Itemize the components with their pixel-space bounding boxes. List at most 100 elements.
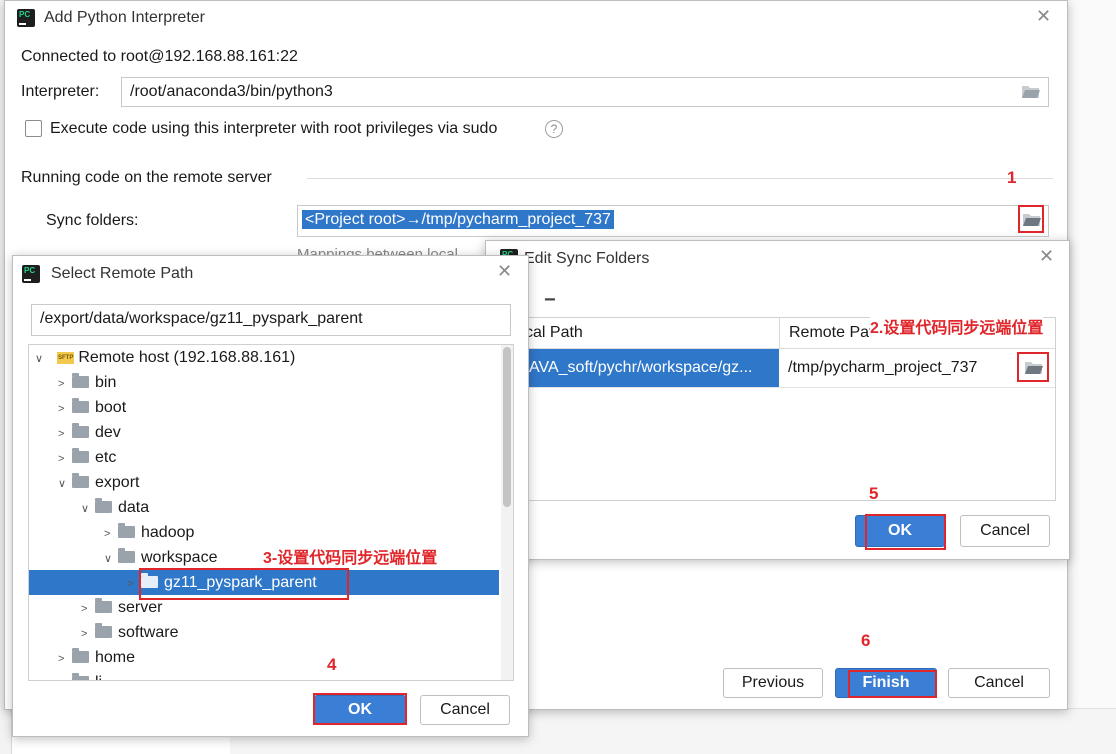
- tree-scrollbar[interactable]: [501, 345, 513, 680]
- remote-path-browse-button[interactable]: [1017, 352, 1049, 382]
- remote-file-tree: ∨ SFTP Remote host (192.168.88.161) > bin > bo…: [28, 344, 514, 681]
- chevron-down-icon[interactable]: ∨: [81, 497, 95, 522]
- folder-icon: [72, 422, 89, 438]
- tree-node[interactable]: ∨ export: [29, 470, 499, 495]
- sync-folder-browse-button[interactable]: [1018, 205, 1044, 233]
- folder-icon: [118, 547, 135, 563]
- chevron-right-icon[interactable]: >: [104, 522, 118, 547]
- local-path-value: AVA_soft/pychr/workspace/gz...: [529, 359, 753, 376]
- tree-node-label: home: [95, 649, 136, 666]
- tree-node[interactable]: > boot: [29, 395, 499, 420]
- help-icon[interactable]: ?: [545, 120, 563, 138]
- previous-button[interactable]: Previous: [723, 668, 823, 698]
- header-divider: [779, 318, 780, 348]
- tree-node[interactable]: > hadoop: [29, 520, 499, 545]
- remote-path-cell[interactable]: /tmp/pycharm_project_737: [780, 349, 1055, 387]
- annotation-step-4: 4: [327, 655, 337, 674]
- tree-node-label: boot: [95, 399, 127, 416]
- tree-node[interactable]: > bin: [29, 370, 499, 395]
- selected-folder-highlight: [139, 568, 349, 600]
- ok-highlight: [865, 514, 946, 550]
- header-remote-path: Remote Path: [789, 324, 883, 341]
- sync-folders-field[interactable]: <Project root>→/tmp/pycharm_project_737: [297, 205, 1049, 237]
- remove-mapping-button[interactable]: −: [544, 289, 556, 312]
- chevron-down-icon[interactable]: ∨: [35, 347, 49, 372]
- annotation-step-1: 1: [1007, 168, 1017, 187]
- close-icon[interactable]: ✕: [497, 262, 512, 280]
- cancel-button[interactable]: Cancel: [948, 668, 1050, 698]
- close-icon[interactable]: ✕: [1039, 247, 1054, 265]
- tree-node-label: data: [118, 499, 150, 516]
- interpreter-field[interactable]: /root/anaconda3/bin/python3: [121, 77, 1049, 107]
- annotation-step-5: 5: [869, 484, 879, 503]
- tree-scrollbar-thumb[interactable]: [503, 347, 511, 507]
- annotation-step-2: 2.设置代码同步远端位置: [870, 314, 1044, 338]
- section-title: Running code on the remote server: [21, 169, 272, 186]
- tree-node[interactable]: ∨ data: [29, 495, 499, 520]
- sudo-checkbox[interactable]: [25, 120, 42, 137]
- tree-node-label: workspace: [141, 549, 218, 566]
- mappings-table: cal Path Remote Path AVA_soft/pychr/work…: [516, 317, 1056, 501]
- interpreter-value: /root/anaconda3/bin/python3: [130, 83, 333, 100]
- tree-node-label: software: [118, 624, 179, 641]
- tree-node-label: etc: [95, 449, 117, 466]
- chevron-right-icon[interactable]: >: [58, 672, 72, 680]
- chevron-right-icon[interactable]: >: [58, 447, 72, 472]
- chevron-down-icon[interactable]: ∨: [58, 472, 72, 497]
- folder-icon: [72, 397, 89, 413]
- chevron-right-icon[interactable]: >: [58, 397, 72, 422]
- connection-status: Connected to root@192.168.88.161:22: [21, 48, 298, 65]
- sudo-label: Execute code using this interpreter with…: [50, 120, 498, 137]
- tree-node[interactable]: > li: [29, 670, 499, 680]
- pycharm-logo-icon: PC: [17, 9, 35, 27]
- folder-icon: [72, 372, 89, 388]
- chevron-right-icon[interactable]: >: [58, 647, 72, 672]
- folder-icon: [95, 597, 112, 613]
- pycharm-logo-icon: PC: [22, 265, 40, 283]
- tree-rows: ∨ SFTP Remote host (192.168.88.161) > bin > bo…: [29, 345, 499, 680]
- tree-node-label: Remote host (192.168.88.161): [78, 349, 296, 366]
- folder-open-icon: [1023, 214, 1041, 226]
- dialog-title: Add Python Interpreter: [44, 9, 205, 26]
- tree-root[interactable]: ∨ SFTP Remote host (192.168.88.161): [29, 345, 499, 370]
- tree-node[interactable]: > etc: [29, 445, 499, 470]
- select-remote-path-dialog: PC Select Remote Path ✕ /export/data/wor…: [12, 255, 529, 737]
- folder-icon: [72, 672, 89, 680]
- chevron-right-icon[interactable]: >: [58, 422, 72, 447]
- cancel-button[interactable]: Cancel: [420, 695, 510, 725]
- remote-path-input[interactable]: /export/data/workspace/gz11_pyspark_pare…: [31, 304, 511, 336]
- ok-highlight: [313, 693, 407, 725]
- tree-node-label: hadoop: [141, 524, 195, 541]
- chevron-right-icon[interactable]: >: [58, 372, 72, 397]
- ide-right-strip: [1068, 0, 1116, 754]
- tree-node[interactable]: > home: [29, 645, 499, 670]
- tree-node-label: li: [95, 674, 102, 680]
- folder-open-icon[interactable]: [1021, 84, 1041, 100]
- cancel-button[interactable]: Cancel: [960, 515, 1050, 547]
- interpreter-label: Interpreter:: [21, 83, 100, 100]
- sync-folders-value: <Project root>→/tmp/pycharm_project_737: [302, 210, 614, 229]
- header-local-path: cal Path: [525, 324, 583, 341]
- edit-sync-folders-dialog: PC Edit Sync Folders ✕ − cal Path Remote…: [485, 240, 1070, 560]
- tree-node-label: bin: [95, 374, 117, 391]
- chevron-down-icon[interactable]: ∨: [104, 547, 118, 572]
- close-icon[interactable]: ✕: [1036, 7, 1051, 25]
- local-path-cell[interactable]: AVA_soft/pychr/workspace/gz...: [517, 349, 779, 387]
- annotation-step-3: 3-设置代码同步远端位置: [263, 550, 438, 567]
- tree-node[interactable]: > dev: [29, 420, 499, 445]
- chevron-right-icon[interactable]: >: [81, 597, 95, 622]
- tree-node[interactable]: > software: [29, 620, 499, 645]
- folder-icon: [72, 472, 89, 488]
- tree-node-label: server: [118, 599, 163, 616]
- folder-icon: [95, 622, 112, 638]
- chevron-right-icon[interactable]: >: [81, 622, 95, 647]
- folder-icon: [72, 647, 89, 663]
- tree-node-label: export: [95, 474, 140, 491]
- sync-folders-label: Sync folders:: [46, 212, 139, 229]
- folder-icon: [72, 447, 89, 463]
- row-rule: [517, 387, 1055, 388]
- remote-path-value: /tmp/pycharm_project_737: [788, 359, 978, 376]
- dialog-title: Edit Sync Folders: [524, 250, 650, 267]
- dialog-title: Select Remote Path: [51, 265, 194, 282]
- section-divider: [307, 178, 1053, 179]
